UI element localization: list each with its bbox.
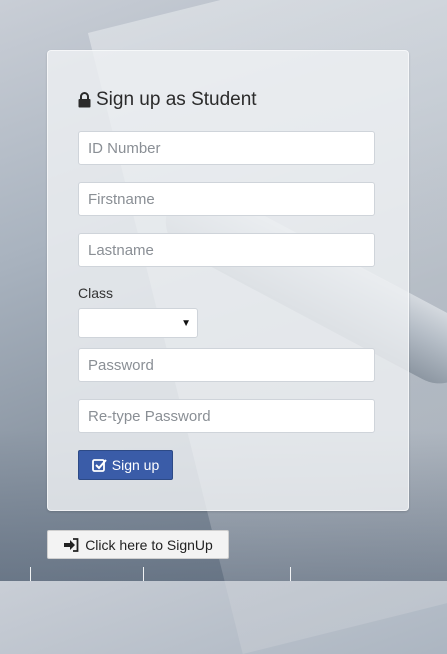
sign-up-button[interactable]: Sign up (78, 450, 173, 480)
sign-up-button-label: Sign up (111, 457, 160, 473)
background-divider (290, 567, 291, 581)
background-divider (30, 567, 31, 581)
id-number-input[interactable] (78, 131, 375, 165)
class-label: Class (78, 285, 114, 301)
retype-password-input[interactable] (78, 399, 375, 433)
form-title-text: Sign up as Student (96, 89, 257, 110)
background-divider (143, 567, 144, 581)
class-select[interactable]: ▼ (78, 308, 198, 338)
check-square-icon (91, 458, 107, 472)
sign-in-icon (64, 537, 79, 552)
signup-link-label: Click here to SignUp (85, 536, 213, 553)
signup-panel: Sign up as Student Class ▼ Sign up (47, 50, 409, 511)
lock-icon (78, 92, 91, 108)
chevron-down-icon: ▼ (181, 318, 191, 329)
lastname-input[interactable] (78, 233, 375, 267)
signup-link-button[interactable]: Click here to SignUp (47, 530, 229, 559)
password-input[interactable] (78, 348, 375, 382)
form-title: Sign up as Student (78, 89, 257, 111)
firstname-input[interactable] (78, 182, 375, 216)
